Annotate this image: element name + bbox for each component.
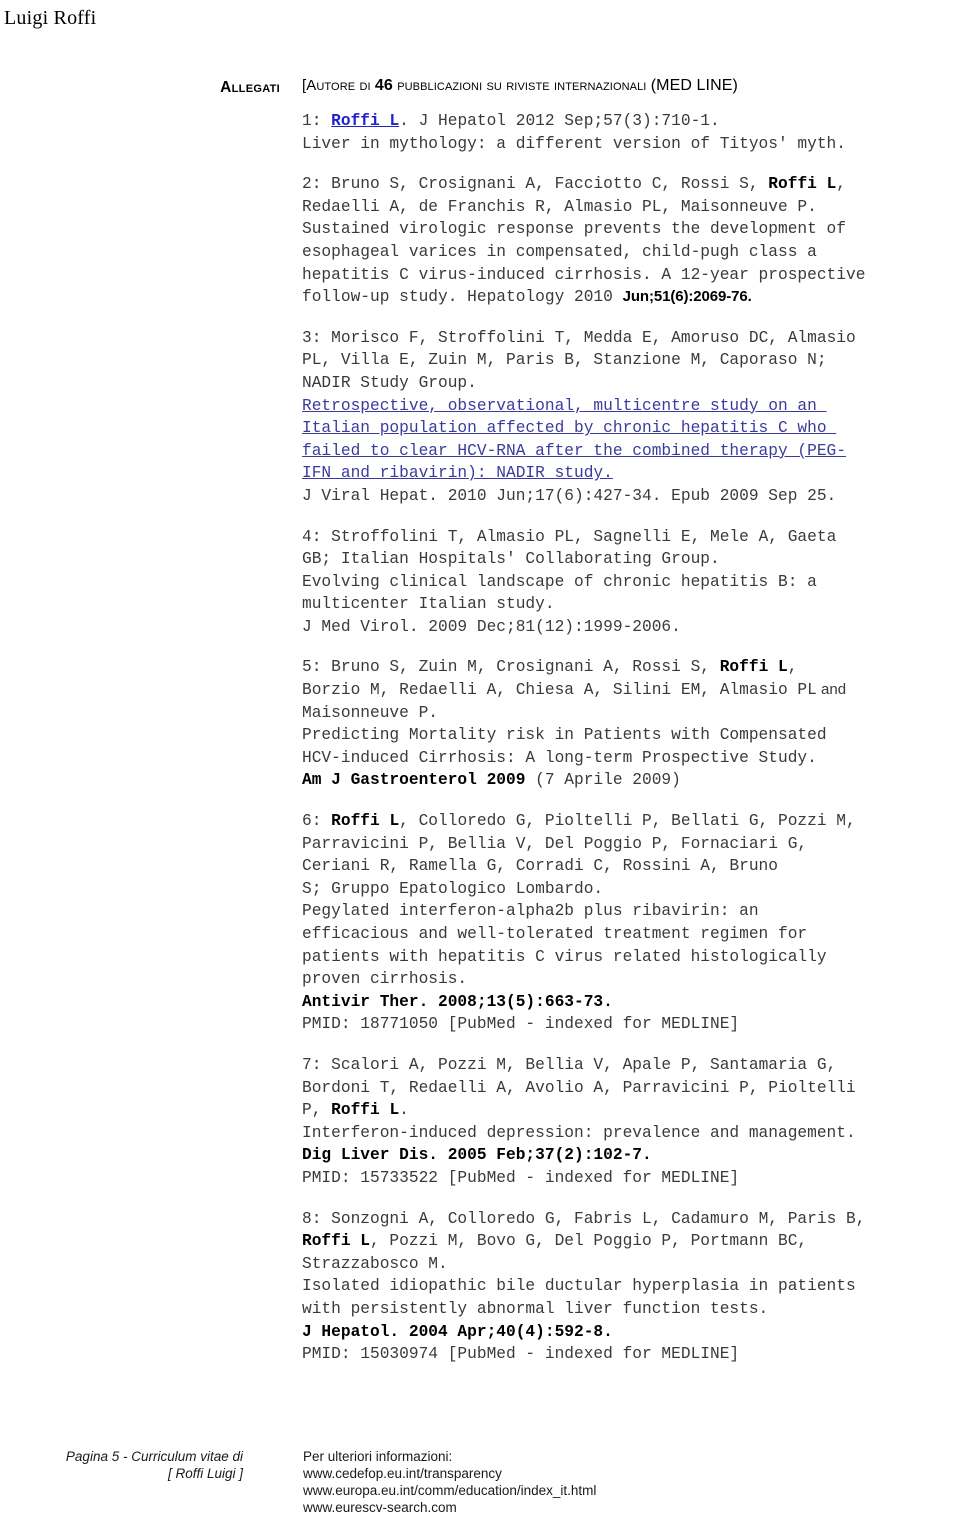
entry-title-link[interactable]: Retrospective, observational, multicentr… xyxy=(302,395,950,485)
entry-journal-bold: J Hepatol. 2004 Apr;40(4):592-8. xyxy=(302,1322,613,1341)
subtitle-count: 46 xyxy=(374,77,393,94)
entry-authors-pre: Bruno S, Zuin M, Crosignani A, Rossi S, xyxy=(321,658,720,677)
footer-owner-label: [ Roffi Luigi ] xyxy=(167,1466,243,1481)
entry-title: Predicting Mortality risk in Patients wi… xyxy=(302,726,827,767)
publication-entry-3: 3: Morisco F, Stroffolini T, Medda E, Am… xyxy=(302,327,950,508)
publication-entry-4: 4: Stroffolini T, Almasio PL, Sagnelli E… xyxy=(302,526,950,639)
entry-journal-alt: Jun;51(6):2069-76. xyxy=(622,288,752,306)
entry-authors-alt: and xyxy=(816,681,847,699)
entry-journal: J Viral Hepat. 2010 Jun;17(6):427-34. Ep… xyxy=(302,486,837,505)
subtitle-prefix: [Autore di xyxy=(302,77,375,94)
entry-journal-bold: Am J Gastroenterol 2009 xyxy=(302,771,526,790)
author-highlight: Roffi L xyxy=(331,1101,400,1120)
publication-entry-2: 2: Bruno S, Crosignani A, Facciotto C, R… xyxy=(302,173,950,309)
author-highlight: Roffi L xyxy=(302,1232,370,1251)
publication-entry-8: 8: Sonzogni A, Colloredo G, Fabris L, Ca… xyxy=(302,1208,950,1366)
entry-authors-post2: Maisonneuve P. xyxy=(302,703,438,722)
entry-index: 6: xyxy=(302,812,322,831)
subtitle-medline: (MED LINE) xyxy=(650,77,738,94)
entry-pmid: PMID: 15733522 [PubMed - indexed for MED… xyxy=(302,1168,740,1187)
author-highlight: Roffi L xyxy=(719,658,788,677)
entry-title: Evolving clinical landscape of chronic h… xyxy=(302,572,817,614)
footer-url-europa[interactable]: www.europa.eu.int/comm/education/index_i… xyxy=(303,1482,596,1499)
publication-entry-5: 5: Bruno S, Zuin M, Crosignani A, Rossi … xyxy=(302,656,950,792)
entry-journal-bold: Dig Liver Dis. 2005 Feb;37(2):102-7. xyxy=(302,1146,652,1165)
footer-url-cedefop[interactable]: www.cedefop.eu.int/transparency xyxy=(303,1465,596,1482)
author-link[interactable]: Roffi L xyxy=(331,112,399,130)
entry-pmid: PMID: 18771050 [PubMed - indexed for MED… xyxy=(302,1015,740,1034)
footer-url-eurescv[interactable]: www.eurescv-search.com xyxy=(303,1499,596,1516)
footer-info-label: Per ulteriori informazioni: xyxy=(303,1449,453,1464)
entry-index: 3: xyxy=(302,328,322,347)
publication-entry-7: 7: Scalori A, Pozzi M, Bellia V, Apale P… xyxy=(302,1054,950,1190)
section-label-allegati: Allegati xyxy=(220,79,280,96)
entry-journal-bold: Antivir Ther. 2008;13(5):663-73. xyxy=(302,992,613,1011)
publications-content: [Autore di 46 pubblicazioni su riviste i… xyxy=(302,76,950,1366)
entry-pmid: PMID: 15030974 [PubMed - indexed for MED… xyxy=(302,1345,740,1364)
footer-left-block: Pagina 5 - Curriculum vitae di [ Roffi L… xyxy=(28,1448,243,1482)
entry-journal: J Med Virol. 2009 Dec;81(12):1999-2006. xyxy=(302,617,681,636)
footer-right-block: Per ulteriori informazioni: www.cedefop.… xyxy=(303,1448,596,1516)
entry-title: Isolated idiopathic bile ductular hyperp… xyxy=(302,1277,856,1318)
entry-title: Pegylated interferon-alpha2b plus ribavi… xyxy=(302,902,827,989)
entry-title: Interferon-induced depression: prevalenc… xyxy=(302,1123,856,1142)
author-highlight: Roffi L xyxy=(768,175,837,194)
entry-index: 5: xyxy=(302,658,322,677)
running-header: Luigi Roffi xyxy=(4,7,97,29)
entry-index: 4: xyxy=(302,527,322,546)
entry-index: 2: xyxy=(302,175,322,194)
entry-authors-post: . xyxy=(399,1101,409,1120)
entry-authors-pre: Bruno S, Crosignani A, Facciotto C, Ross… xyxy=(321,175,769,194)
page-footer: Pagina 5 - Curriculum vitae di [ Roffi L… xyxy=(0,1446,960,1516)
entry-index: 8: xyxy=(302,1209,322,1228)
publication-entry-1: 1: Roffi L. J Hepatol 2012 Sep;57(3):710… xyxy=(302,110,950,155)
footer-page-label: Pagina 5 - Curriculum vitae di xyxy=(65,1449,243,1464)
entry-title: Sustained virologic response prevents th… xyxy=(302,220,866,307)
entry-index: 1: xyxy=(302,112,322,130)
entry-journal-rest: (7 Aprile 2009) xyxy=(525,771,681,790)
entry-authors-pre: Sonzogni A, Colloredo G, Fabris L, Cadam… xyxy=(331,1209,866,1228)
entry-authors-post: , Pozzi M, Bovo G, Del Poggio P, Portman… xyxy=(302,1232,808,1273)
subtitle-middle: pubblicazioni su riviste internazionali xyxy=(392,77,651,94)
author-highlight: Roffi L xyxy=(331,812,400,831)
entry-authors: Stroffolini T, Almasio PL, Sagnelli E, M… xyxy=(302,527,837,569)
publications-subtitle: [Autore di 46 pubblicazioni su riviste i… xyxy=(302,76,950,96)
entry-index: 7: xyxy=(302,1055,322,1074)
entry-authors: Morisco F, Stroffolini T, Medda E, Amoru… xyxy=(302,328,856,392)
publication-entry-6: 6: Roffi L, Colloredo G, Pioltelli P, Be… xyxy=(302,810,950,1036)
entry-citation: . J Hepatol 2012 Sep;57(3):710-1. xyxy=(399,112,720,130)
entry-title: Liver in mythology: a different version … xyxy=(302,134,846,153)
